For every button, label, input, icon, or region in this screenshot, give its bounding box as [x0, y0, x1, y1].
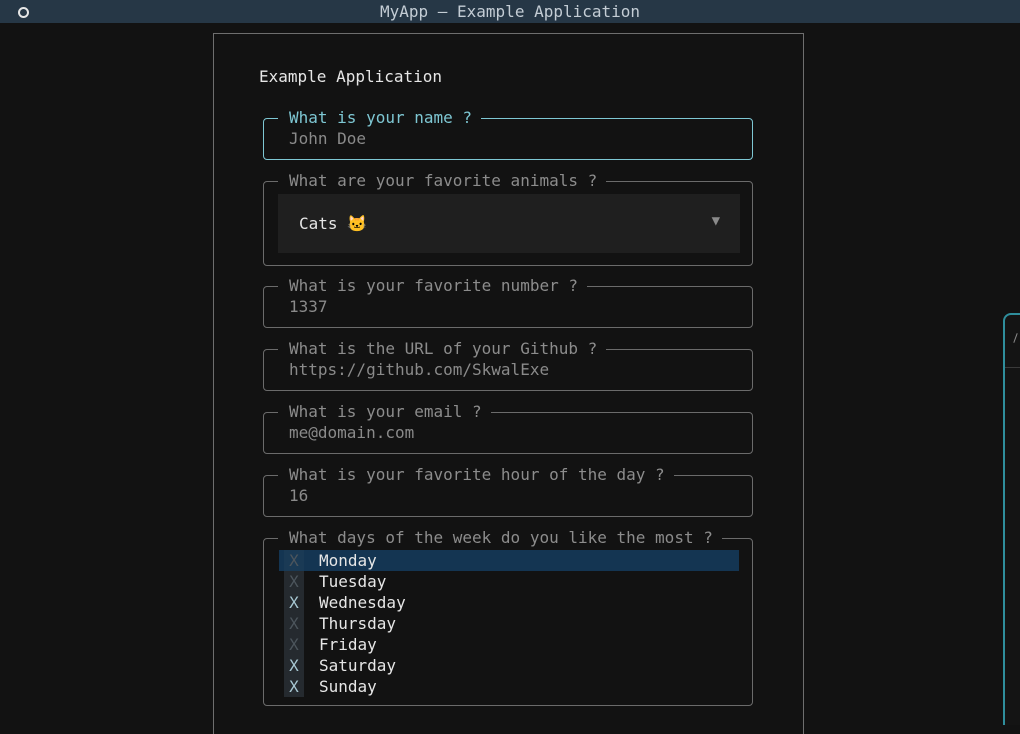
list-item[interactable]: X Thursday — [279, 613, 739, 634]
github-field-label: What is the URL of your Github ? — [278, 338, 607, 360]
day-label: Saturday — [319, 656, 397, 675]
hour-field-label: What is your favorite hour of the day ? — [278, 464, 674, 486]
checkbox[interactable]: X — [284, 613, 304, 634]
checkbox[interactable]: X — [284, 592, 304, 613]
animals-select[interactable]: Cats 🐱 ▼ — [278, 194, 740, 253]
day-label: Friday — [319, 635, 377, 654]
panel-edge-mark — [1013, 333, 1018, 343]
checkbox[interactable]: X — [284, 676, 304, 697]
days-field: What days of the week do you like the mo… — [263, 527, 753, 706]
list-item[interactable]: X Friday — [279, 634, 739, 655]
email-input[interactable]: me@domain.com — [289, 423, 414, 442]
window-title: MyApp — Example Application — [379, 2, 641, 21]
email-field[interactable]: What is your email ? me@domain.com — [263, 401, 753, 454]
name-field-label: What is your name ? — [278, 107, 482, 129]
checkbox[interactable]: X — [284, 550, 304, 571]
github-input[interactable]: https://github.com/SkwalExe — [289, 360, 549, 379]
days-field-label: What days of the week do you like the mo… — [278, 527, 722, 549]
name-input[interactable]: John Doe — [289, 129, 366, 148]
list-item[interactable]: X Wednesday — [279, 592, 739, 613]
form-title: Example Application — [259, 67, 443, 86]
animals-select-value: Cats 🐱 — [299, 214, 368, 233]
number-field-label: What is your favorite number ? — [278, 275, 587, 297]
day-label: Thursday — [319, 614, 397, 633]
list-item[interactable]: X Sunday — [279, 676, 739, 697]
days-checklist: X Monday X Tuesday X Wednesday X Thursda… — [279, 550, 739, 697]
triangle-down-icon[interactable]: ▼ — [712, 213, 720, 229]
window-titlebar: MyApp — Example Application — [0, 0, 1020, 23]
number-input[interactable]: 1337 — [289, 297, 328, 316]
hour-field[interactable]: What is your favorite hour of the day ? … — [263, 464, 753, 517]
number-field[interactable]: What is your favorite number ? 1337 — [263, 275, 753, 328]
email-field-label: What is your email ? — [278, 401, 491, 423]
panel-divider — [1005, 367, 1020, 368]
list-item[interactable]: X Tuesday — [279, 571, 739, 592]
day-label: Sunday — [319, 677, 377, 696]
form-panel: Example Application What is your name ? … — [213, 33, 804, 734]
day-label: Monday — [319, 551, 377, 570]
name-field[interactable]: What is your name ? John Doe — [263, 107, 753, 160]
day-label: Tuesday — [319, 572, 387, 591]
checkbox[interactable]: X — [284, 634, 304, 655]
checkbox[interactable]: X — [284, 571, 304, 592]
github-field[interactable]: What is the URL of your Github ? https:/… — [263, 338, 753, 391]
list-item[interactable]: X Monday — [279, 550, 739, 571]
day-label: Wednesday — [319, 593, 406, 612]
checkbox[interactable]: X — [284, 655, 304, 676]
list-item[interactable]: X Saturday — [279, 655, 739, 676]
animals-field: What are your favorite animals ? Cats 🐱 … — [263, 170, 753, 266]
side-panel-edge — [1003, 313, 1020, 725]
hour-input[interactable]: 16 — [289, 486, 308, 505]
animals-field-label: What are your favorite animals ? — [278, 170, 607, 192]
